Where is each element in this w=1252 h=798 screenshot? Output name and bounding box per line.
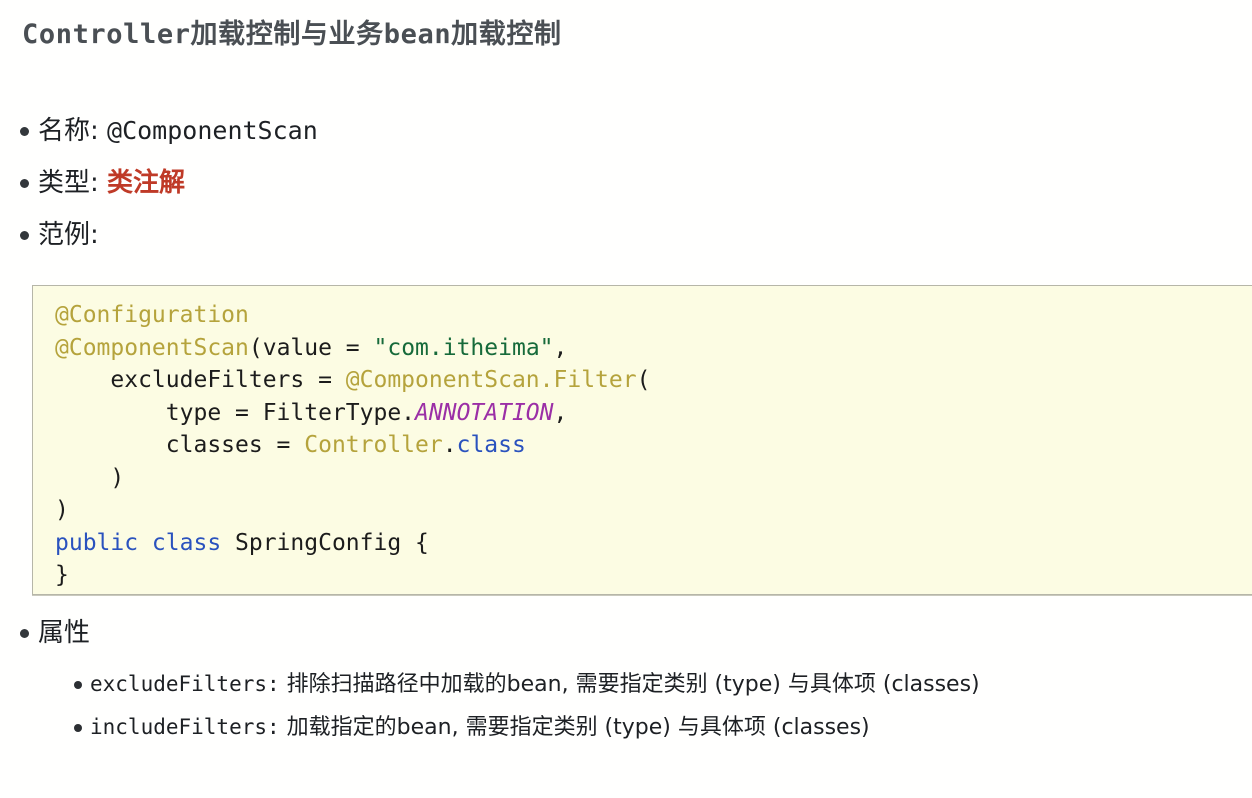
slide-page: Controller加载控制与业务bean加载控制 名称: @Component… <box>0 0 1252 798</box>
code-sample-block: @Configuration @ComponentScan(value = "c… <box>32 285 1252 595</box>
bullet-label: 类型: <box>38 168 99 198</box>
code-token-plain: , <box>553 334 568 361</box>
attribute-description: 加载指定的bean, 需要指定类别 (type) 与具体项 (classes) <box>286 715 870 740</box>
code-token-plain: , <box>553 399 568 426</box>
list-item: 类型: 类注解 <box>20 164 1230 202</box>
attribute-name: excludeFilters: <box>90 672 280 696</box>
code-token-anno: @Configuration <box>55 302 249 328</box>
list-item: 属性 <box>20 614 1246 652</box>
bullet-list: 名称: @ComponentScan 类型: 类注解 范例: <box>20 112 1230 268</box>
attributes-heading: 属性 <box>38 618 91 648</box>
code-token-enum: ANNOTATION <box>415 399 554 426</box>
list-item: excludeFilters: 排除扫描路径中加载的bean, 需要指定类别 (… <box>74 666 1246 703</box>
bullet-dot-icon <box>20 231 29 240</box>
attribute-name: includeFilters: <box>90 715 280 739</box>
code-token-anno: @ComponentScan <box>55 334 249 361</box>
attribute-line: includeFilters: 加载指定的bean, 需要指定类别 (type)… <box>90 709 870 746</box>
bullet-dot-icon <box>74 681 82 689</box>
bullet-dot-icon <box>20 629 29 638</box>
list-item: includeFilters: 加载指定的bean, 需要指定类别 (type)… <box>74 709 1246 746</box>
bullet-value-annotation-type: 类注解 <box>107 168 186 198</box>
code-token-str: "com.itheima" <box>373 334 554 361</box>
code-token-plain: ) <box>55 497 69 523</box>
list-item: 名称: @ComponentScan <box>20 112 1230 150</box>
page-title: Controller加载控制与业务bean加载控制 <box>22 19 562 50</box>
code-token-plain: ( <box>636 367 651 393</box>
attributes-sublist: excludeFilters: 排除扫描路径中加载的bean, 需要指定类别 (… <box>20 666 1246 746</box>
bullet-dot-icon <box>20 179 29 188</box>
code-token-plain: (value = <box>248 334 374 361</box>
bullet-line: 类型: 类注解 <box>38 164 185 202</box>
code-sample-text: @Configuration @ComponentScan(value = "c… <box>33 286 1252 592</box>
code-token-plain: SpringConfig { <box>221 529 429 556</box>
bullet-label-example: 范例: <box>38 220 99 250</box>
attribute-description: 排除扫描路径中加载的bean, 需要指定类别 (type) 与具体项 (clas… <box>286 672 980 697</box>
code-token-plain: excludeFilters = <box>55 367 346 393</box>
code-token-plain: classes = <box>55 432 305 458</box>
code-token-plain: . <box>442 432 457 458</box>
bullet-line: 名称: @ComponentScan <box>38 112 318 150</box>
attribute-line: excludeFilters: 排除扫描路径中加载的bean, 需要指定类别 (… <box>90 666 980 703</box>
code-token-plain: type = FilterType. <box>55 399 416 426</box>
code-token-plain: } <box>55 562 69 588</box>
bullet-value-annotation-name: @ComponentScan <box>107 116 318 145</box>
attributes-section: 属性 excludeFilters: 排除扫描路径中加载的bean, 需要指定类… <box>20 614 1246 752</box>
bullet-dot-icon <box>20 127 29 136</box>
list-item: 范例: <box>20 216 1230 254</box>
code-token-plain: ) <box>55 464 125 491</box>
bullet-label: 名称: <box>38 116 99 146</box>
code-token-anno: @ComponentScan.Filter <box>345 367 637 393</box>
bullet-dot-icon <box>74 724 82 732</box>
code-token-field: class <box>456 432 526 458</box>
code-token-kw: public class <box>55 529 222 556</box>
code-token-anno: Controller <box>304 432 443 458</box>
